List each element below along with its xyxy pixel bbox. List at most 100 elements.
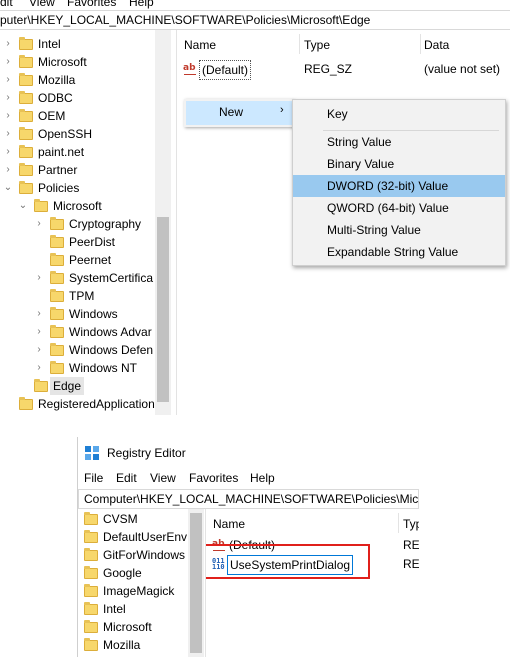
submenu-string-value-label: String Value (327, 135, 392, 149)
folder-icon (19, 55, 33, 68)
menu-favorites[interactable]: Favorites (189, 471, 238, 485)
tree-item[interactable]: Edge (0, 377, 155, 395)
chevron-right-icon[interactable]: › (3, 35, 13, 53)
folder-icon (50, 343, 64, 356)
tree-item[interactable]: › OpenSSH (0, 125, 155, 143)
tree-item[interactable]: › Windows (0, 305, 155, 323)
column-header-data[interactable]: Data (424, 38, 449, 52)
tree-item-label: Windows NT (69, 361, 138, 375)
tree-item[interactable]: › Intel (0, 35, 155, 53)
tree-item[interactable]: ⌄ Policies (0, 179, 155, 197)
chevron-right-icon[interactable]: › (34, 215, 44, 233)
submenu-dword-value[interactable]: DWORD (32-bit) Value (293, 175, 505, 197)
column-header-name[interactable]: Name (184, 38, 216, 52)
chevron-right-icon[interactable]: › (3, 89, 13, 107)
folder-icon (50, 217, 64, 230)
submenu-string-value[interactable]: String Value (293, 131, 505, 153)
chevron-right-icon[interactable]: › (3, 53, 13, 71)
menu-file[interactable]: File (84, 471, 103, 485)
address-bar[interactable]: Computer\HKEY_LOCAL_MACHINE\SOFTWARE\Pol… (78, 489, 419, 509)
column-header-name[interactable]: Name (213, 517, 245, 531)
tree-item[interactable]: › Microsoft (0, 53, 155, 71)
folder-icon (84, 512, 98, 525)
submenu-key-label: Key (327, 107, 348, 121)
submenu-qword-value[interactable]: QWORD (64-bit) Value (293, 197, 505, 219)
tree-item[interactable]: Intel (78, 600, 188, 618)
folder-icon (84, 620, 98, 633)
tree-item-label: Windows Advar (69, 325, 152, 339)
tree-item-label: ODBC (38, 91, 73, 105)
address-bar[interactable]: puter\HKEY_LOCAL_MACHINE\SOFTWARE\Polici… (0, 10, 510, 30)
tree-item[interactable]: Mozilla (78, 636, 188, 654)
submenu-key[interactable]: Key (293, 103, 505, 125)
value-row-default[interactable]: ab (Default) REG_SZ (value not set) (183, 60, 503, 80)
folder-icon (50, 235, 64, 248)
tree-item[interactable]: GitForWindows (78, 546, 188, 564)
column-header-type[interactable]: Type (304, 38, 330, 52)
value-list: Name Typ ab (Default) REG 011110 UseSyst… (206, 509, 419, 657)
tree-item[interactable]: › Mozilla (0, 71, 155, 89)
folder-icon (19, 181, 33, 194)
tree-item[interactable]: ⌄ Microsoft (0, 197, 155, 215)
tree-scrollbar-thumb[interactable] (190, 513, 202, 653)
tree-item[interactable]: Peernet (0, 251, 155, 269)
menu-help[interactable]: Help (129, 0, 154, 9)
tree-item-label: OEM (38, 109, 66, 123)
tree-item[interactable]: › OEM (0, 107, 155, 125)
folder-icon (50, 253, 64, 266)
chevron-right-icon[interactable]: › (34, 323, 44, 341)
chevron-right-icon[interactable]: › (3, 125, 13, 143)
folder-icon (19, 145, 33, 158)
chevron-right-icon[interactable]: › (3, 71, 13, 89)
menu-edit[interactable]: dit (0, 0, 13, 9)
tree-item[interactable]: › Cryptography (0, 215, 155, 233)
tree-scrollbar-thumb[interactable] (157, 217, 169, 402)
tree-item[interactable]: › Windows Advar (0, 323, 155, 341)
tree-item[interactable]: › SystemCertifica (0, 269, 155, 287)
column-header-type[interactable]: Typ (403, 517, 419, 531)
tree-item[interactable]: › Windows NT (0, 359, 155, 377)
tree-item[interactable]: RegisteredApplication (0, 395, 155, 413)
tree-item[interactable]: Microsoft (78, 618, 188, 636)
tree-item-label: SystemCertifica (69, 271, 154, 285)
chevron-right-icon[interactable]: › (34, 269, 44, 287)
tree-item[interactable]: › paint.net (0, 143, 155, 161)
folder-icon (50, 289, 64, 302)
tree-item[interactable]: TPM (0, 287, 155, 305)
tree-item-label: TPM (69, 289, 95, 303)
chevron-right-icon[interactable]: › (34, 359, 44, 377)
menu-help[interactable]: Help (250, 471, 275, 485)
window-title: Registry Editor (107, 446, 186, 460)
submenu-multi-string-value[interactable]: Multi-String Value (293, 219, 505, 241)
tree-item[interactable]: Google (78, 564, 188, 582)
menu-view[interactable]: View (29, 0, 55, 9)
chevron-right-icon[interactable]: › (34, 341, 44, 359)
column-separator[interactable] (299, 34, 300, 54)
chevron-right-icon[interactable]: › (3, 143, 13, 161)
submenu-binary-value[interactable]: Binary Value (293, 153, 505, 175)
tree-item[interactable]: CVSM (78, 510, 188, 528)
submenu-expandable-string-value[interactable]: Expandable String Value (293, 241, 505, 263)
column-separator[interactable] (398, 513, 399, 533)
tree-item[interactable]: DefaultUserEnv (78, 528, 188, 546)
tree-item[interactable]: › ODBC (0, 89, 155, 107)
folder-icon (19, 73, 33, 86)
context-menu-new-label: New (219, 105, 244, 119)
tree-item[interactable]: › Partner (0, 161, 155, 179)
menu-favorites[interactable]: Favorites (67, 0, 116, 9)
chevron-right-icon[interactable]: › (3, 107, 13, 125)
chevron-down-icon[interactable]: ⌄ (18, 197, 28, 215)
chevron-right-icon[interactable]: › (34, 305, 44, 323)
submenu-multi-string-value-label: Multi-String Value (327, 223, 421, 237)
submenu-qword-value-label: QWORD (64-bit) Value (327, 201, 449, 215)
menu-view[interactable]: View (150, 471, 176, 485)
chevron-right-icon[interactable]: › (3, 161, 13, 179)
tree-item-label: Policies (38, 181, 80, 195)
chevron-down-icon[interactable]: ⌄ (3, 179, 13, 197)
column-separator[interactable] (420, 34, 421, 54)
tree-item[interactable]: PeerDist (0, 233, 155, 251)
tree-item[interactable]: ImageMagick (78, 582, 188, 600)
key-tree: › Intel › Microsoft › Mozilla › ODBC › OEM › OpenSS… (0, 30, 176, 415)
tree-item[interactable]: › Windows Defen (0, 341, 155, 359)
menu-edit[interactable]: Edit (116, 471, 137, 485)
